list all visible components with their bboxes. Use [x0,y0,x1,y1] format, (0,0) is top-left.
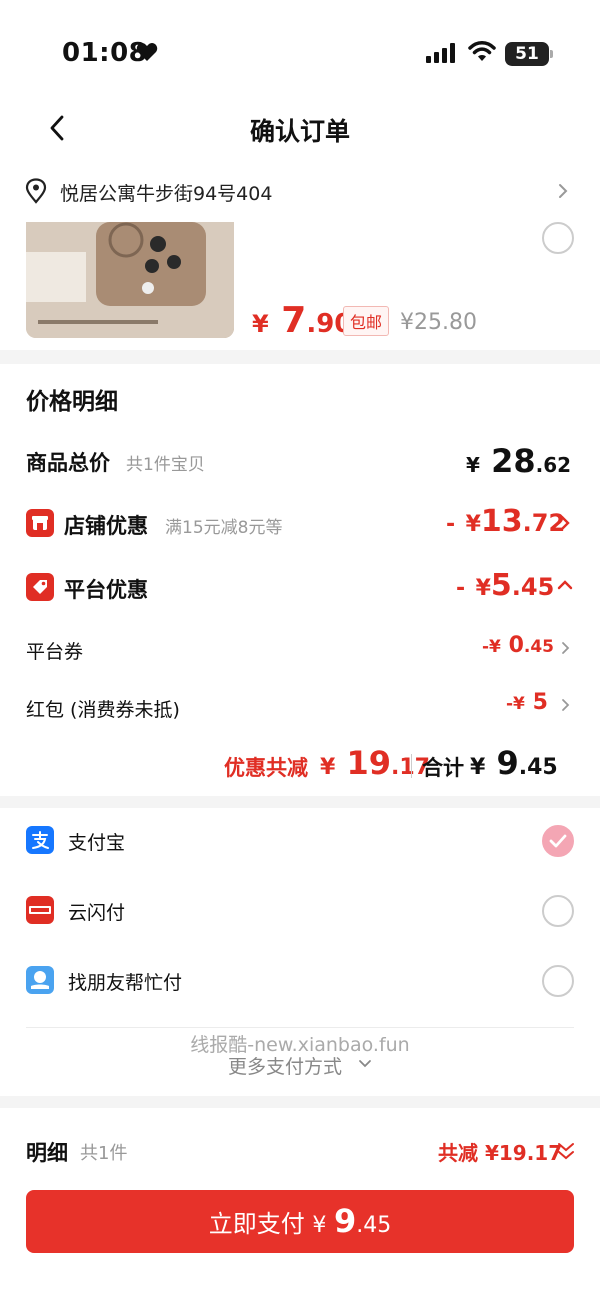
product-image[interactable] [26,222,234,338]
red-packet-amount[interactable]: -¥ 5 [506,690,548,715]
address-text: 悦居公寓牛步街94号404 [60,183,273,205]
more-payment-methods[interactable]: 更多支付方式 [228,1052,342,1079]
total-saved-amount: ¥ 19.17 [320,744,430,782]
pay-now-button[interactable]: 立即支付 ¥ 9.45 [26,1190,574,1253]
page-title: 确认订单 [249,117,350,146]
divider [26,1027,574,1028]
product-select-radio[interactable] [542,222,574,254]
alipay-radio-selected[interactable] [542,825,574,857]
signal-icon [426,43,455,63]
status-time: 01:08 [62,38,148,68]
unionpay-radio[interactable] [542,895,574,927]
tag-icon [26,573,54,601]
shop-discount-label[interactable]: 店铺优惠 [64,510,148,540]
chevron-right-icon [559,184,568,198]
detail-count: 共1件 [80,1143,128,1164]
chevron-down-icon[interactable] [358,1058,372,1070]
platform-discount-amount[interactable]: - ¥5.45 [456,568,554,603]
location-pin-icon [25,178,47,204]
unionpay-label[interactable]: 云闪付 [68,898,125,925]
battery-cap [550,50,553,58]
chevron-right-icon[interactable] [560,640,572,656]
red-packet-label[interactable]: 红包 (消费券未抵) [26,695,180,722]
product-price: ¥ 7.90 [252,300,353,341]
shop-discount-amount[interactable]: - ¥13.72 [446,504,565,539]
heart-icon [136,43,158,61]
chevron-right-icon[interactable] [558,514,572,532]
check-icon [549,834,567,848]
wifi-icon [468,41,496,61]
price-detail-title: 价格明细 [26,389,118,415]
unionpay-quickpass-icon [26,896,54,924]
battery-level: 51 [505,42,549,66]
alipay-label[interactable]: 支付宝 [68,828,125,855]
double-chevron-down-icon[interactable] [556,1140,576,1162]
original-price: ¥25.80 [400,310,477,335]
total-label: 合计 [422,756,464,780]
platform-discount-label[interactable]: 平台优惠 [64,574,148,604]
total-amount: ¥ 9.45 [470,744,558,782]
pay-button-label: 立即支付 ¥ 9.45 [208,1202,392,1240]
bottom-saved-amount[interactable]: 共减 ¥19.17 [438,1137,562,1166]
phone-case-illustration [26,222,234,338]
free-shipping-badge: 包邮 [343,306,390,336]
goods-total-amount: ¥ 28.62 [466,442,572,480]
shop-icon [26,509,54,537]
platform-coupon-amount[interactable]: -¥ 0.45 [482,633,554,658]
total-saved-label: 优惠共减 [224,756,308,780]
shop-discount-desc: 满15元减8元等 [165,518,283,538]
friend-pay-icon [26,966,54,994]
goods-count: 共1件宝贝 [126,455,205,475]
detail-label[interactable]: 明细 [26,1137,68,1167]
alipay-icon [26,826,54,854]
chevron-right-icon[interactable] [560,697,572,713]
platform-coupon-label[interactable]: 平台券 [26,637,83,664]
goods-total-label: 商品总价 [26,451,110,475]
friend-pay-label[interactable]: 找朋友帮忙付 [68,968,182,995]
friend-pay-radio[interactable] [542,965,574,997]
divider [411,754,412,778]
chevron-up-icon[interactable] [556,578,574,592]
